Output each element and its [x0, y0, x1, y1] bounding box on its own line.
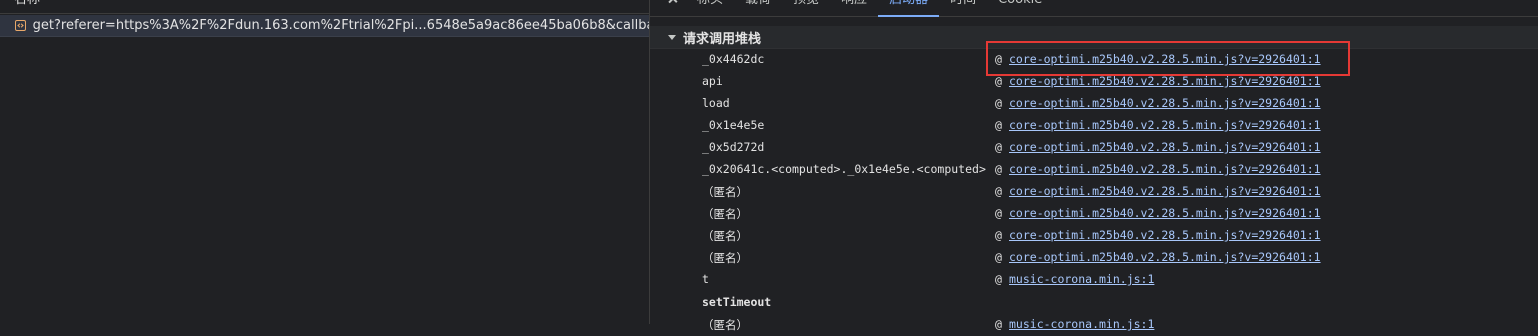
name-column-header[interactable]: 名称	[0, 0, 649, 14]
details-tabbar: 标头 载荷 预览 响应 启动器 时间 Cookie	[650, 0, 1538, 17]
frame-at-sign: @	[995, 52, 1002, 66]
frame-function: api	[702, 74, 723, 88]
close-icon[interactable]	[666, 0, 680, 8]
frame-source-link[interactable]: core-optimi.m25b40.v2.28.5.min.js?v=2926…	[1009, 52, 1321, 66]
tab-headers[interactable]: 标头	[686, 0, 734, 16]
frame-at-sign: @	[995, 228, 1002, 242]
async-label: setTimeout	[702, 295, 772, 309]
tab-preview[interactable]: 预览	[782, 0, 830, 16]
frame-function: _0x1e4e5e	[702, 118, 765, 132]
frame-at-sign: @	[995, 317, 1002, 331]
frame-source-link[interactable]: core-optimi.m25b40.v2.28.5.min.js?v=2926…	[1009, 118, 1321, 132]
stack-frame: （匿名） @ core-optimi.m25b40.v2.28.5.min.js…	[650, 225, 1538, 247]
frame-at-sign: @	[995, 118, 1002, 132]
frame-function: t	[702, 272, 709, 286]
frame-function: _0x20641c.<computed>._0x1e4e5e.<computed…	[702, 162, 986, 176]
frame-function: （匿名）	[702, 229, 748, 243]
stack-frame: （匿名） @ core-optimi.m25b40.v2.28.5.min.js…	[650, 181, 1538, 203]
script-request-icon	[15, 20, 26, 31]
stack-frame: t @ music-corona.min.js:1	[650, 269, 1538, 291]
async-boundary: setTimeout	[650, 292, 1538, 314]
frame-source-link[interactable]: core-optimi.m25b40.v2.28.5.min.js?v=2926…	[1009, 250, 1321, 264]
frame-function: （匿名）	[702, 318, 748, 332]
stack-frame: （匿名） @ core-optimi.m25b40.v2.28.5.min.js…	[650, 203, 1538, 225]
stack-frame: _0x5d272d @ core-optimi.m25b40.v2.28.5.m…	[650, 137, 1538, 159]
stack-frame: （匿名） @ music-corona.min.js:1	[650, 314, 1538, 336]
request-name[interactable]: get?referer=https%3A%2F%2Fdun.163.com%2F…	[33, 18, 649, 33]
request-details-panel: 标头 载荷 预览 响应 启动器 时间 Cookie 请求调用堆栈 _0x4462…	[650, 0, 1538, 332]
stack-frame: _0x1e4e5e @ core-optimi.m25b40.v2.28.5.m…	[650, 115, 1538, 137]
frame-function: （匿名）	[702, 185, 748, 199]
stack-frame: （匿名） @ core-optimi.m25b40.v2.28.5.min.js…	[650, 247, 1538, 269]
tab-payload[interactable]: 载荷	[734, 0, 782, 16]
section-title: 请求调用堆栈	[683, 31, 762, 47]
tab-response[interactable]: 响应	[830, 0, 878, 16]
frame-at-sign: @	[995, 96, 1002, 110]
frame-at-sign: @	[995, 184, 1002, 198]
frame-at-sign: @	[995, 140, 1002, 154]
frame-at-sign: @	[995, 74, 1002, 88]
frame-at-sign: @	[995, 250, 1002, 264]
frame-source-link[interactable]: music-corona.min.js:1	[1009, 272, 1154, 286]
frame-source-link[interactable]: core-optimi.m25b40.v2.28.5.min.js?v=2926…	[1009, 140, 1321, 154]
frame-function: _0x4462dc	[702, 52, 765, 66]
tab-cookies[interactable]: Cookie	[987, 0, 1053, 16]
frame-function: （匿名）	[702, 207, 748, 221]
stack-frame: _0x20641c.<computed>._0x1e4e5e.<computed…	[650, 159, 1538, 181]
frame-source-link[interactable]: core-optimi.m25b40.v2.28.5.min.js?v=2926…	[1009, 184, 1321, 198]
stack-frame: _0x4462dc @ core-optimi.m25b40.v2.28.5.m…	[650, 49, 1538, 71]
frame-source-link[interactable]: core-optimi.m25b40.v2.28.5.min.js?v=2926…	[1009, 96, 1321, 110]
frame-function: （匿名）	[702, 251, 748, 265]
frame-source-link[interactable]: music-corona.min.js:1	[1009, 317, 1154, 331]
request-list-panel: 名称 get?referer=https%3A%2F%2Fdun.163.com…	[0, 0, 650, 324]
request-row[interactable]: get?referer=https%3A%2F%2Fdun.163.com%2F…	[0, 15, 649, 37]
frame-source-link[interactable]: core-optimi.m25b40.v2.28.5.min.js?v=2926…	[1009, 228, 1321, 242]
stack-frame: load @ core-optimi.m25b40.v2.28.5.min.js…	[650, 93, 1538, 115]
frame-source-link[interactable]: core-optimi.m25b40.v2.28.5.min.js?v=2926…	[1009, 162, 1321, 176]
frame-at-sign: @	[995, 162, 1002, 176]
tab-initiator[interactable]: 启动器	[878, 0, 940, 17]
caret-down-icon	[668, 34, 676, 40]
frame-at-sign: @	[995, 206, 1002, 220]
frame-source-link[interactable]: core-optimi.m25b40.v2.28.5.min.js?v=2926…	[1009, 206, 1321, 220]
frame-at-sign: @	[995, 272, 1002, 286]
call-stack-section-header[interactable]: 请求调用堆栈	[650, 26, 1538, 49]
frame-function: load	[702, 96, 730, 110]
stack-frame: api @ core-optimi.m25b40.v2.28.5.min.js?…	[650, 71, 1538, 93]
frame-function: _0x5d272d	[702, 140, 765, 154]
frame-source-link[interactable]: core-optimi.m25b40.v2.28.5.min.js?v=2926…	[1009, 74, 1321, 88]
tab-timing[interactable]: 时间	[939, 0, 987, 16]
